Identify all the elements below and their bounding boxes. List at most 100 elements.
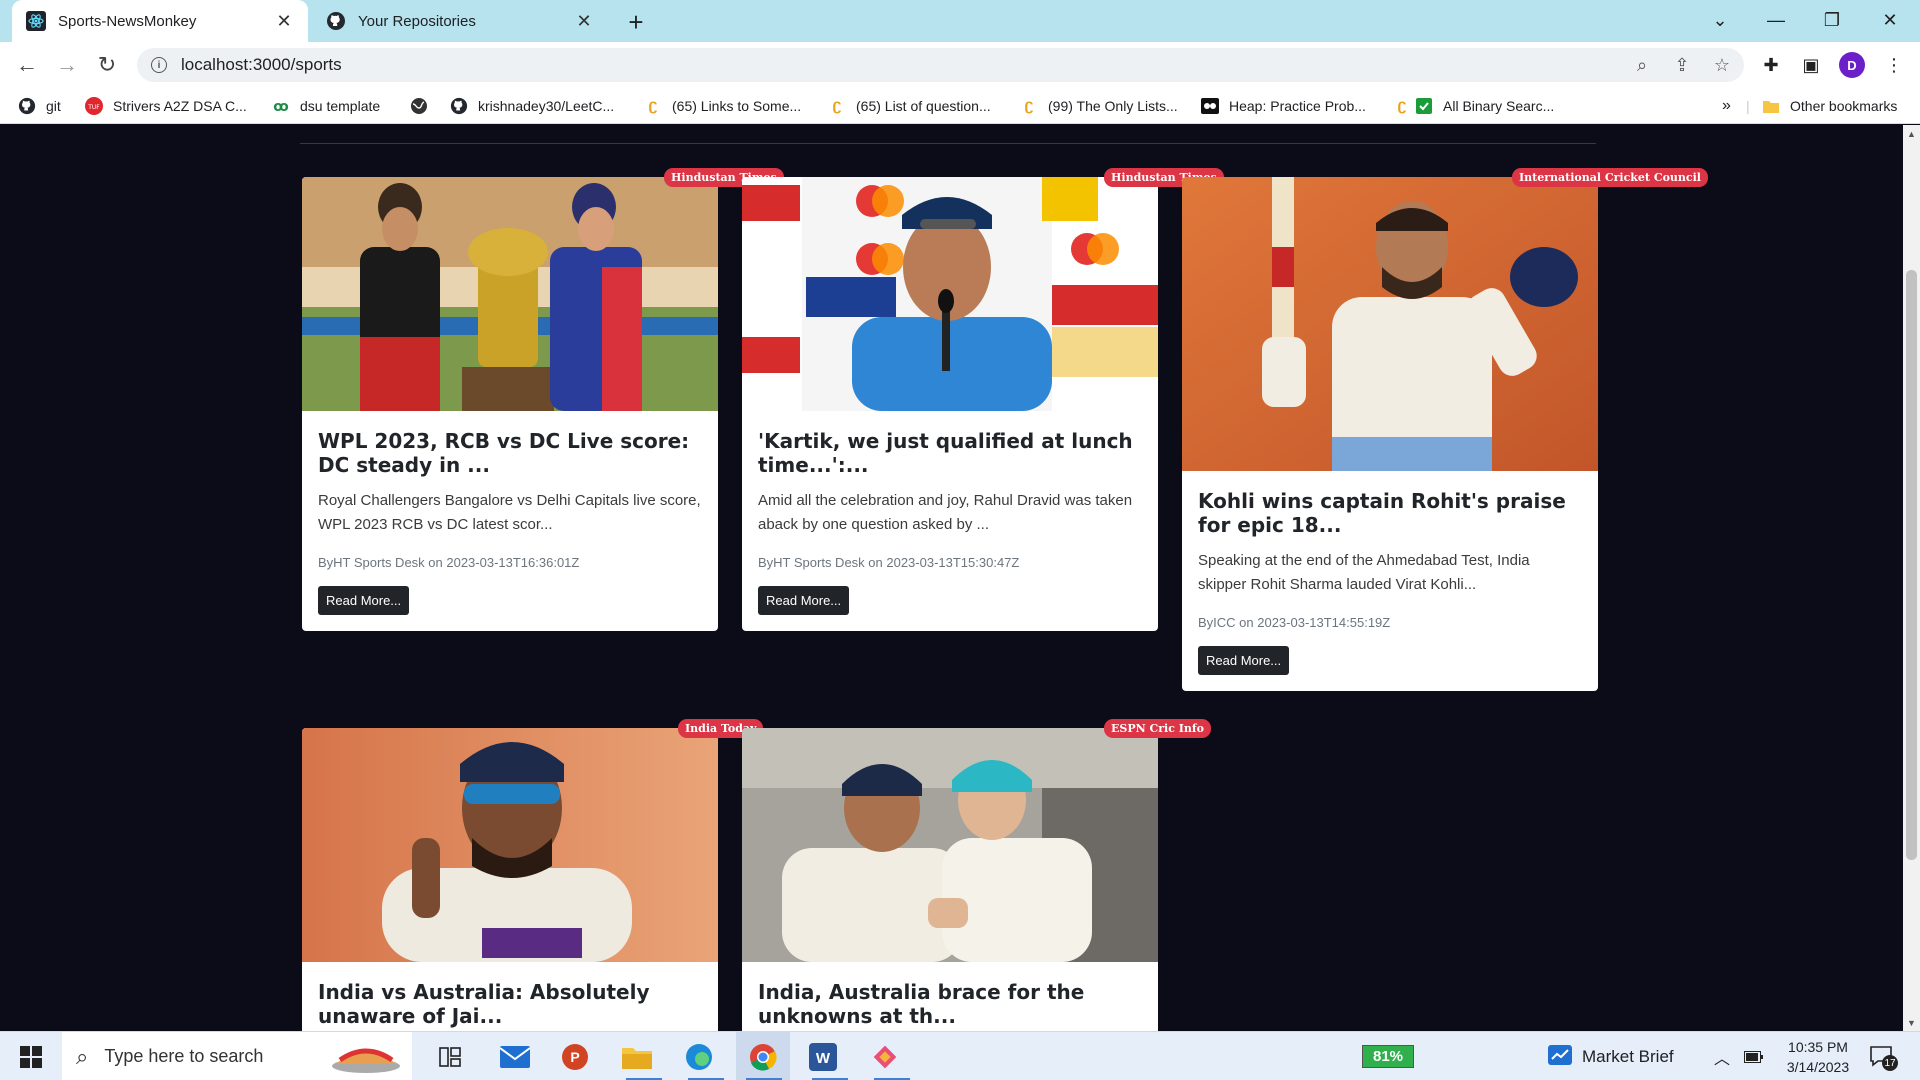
other-bookmarks[interactable]: Other bookmarks (1762, 95, 1897, 117)
share-icon[interactable]: ⇪ (1672, 55, 1692, 75)
tab-your-repositories[interactable]: Your Repositories ✕ (312, 0, 608, 42)
news-title: India, Australia brace for the unknowns … (758, 980, 1085, 1028)
news-image[interactable] (1182, 177, 1598, 471)
news-image[interactable] (742, 177, 1158, 411)
news-image[interactable] (742, 728, 1158, 962)
word-icon[interactable]: W (798, 1032, 848, 1080)
react-icon (26, 11, 46, 31)
maximize-icon[interactable]: ❐ (1804, 0, 1860, 40)
dravid-press-photo (742, 177, 1158, 411)
side-panel-icon[interactable]: ▣ (1797, 51, 1825, 79)
bookmark-list-of-questions[interactable]: ʗ (65) List of question... (828, 95, 991, 117)
profile-avatar[interactable]: D (1839, 52, 1865, 78)
news-meta: ByICC on 2023-03-13T14:55:19Z (1198, 615, 1391, 630)
menu-kebab-icon[interactable]: ⋮ (1880, 51, 1908, 79)
windows-taskbar: ⌕ Type here to search P W 81% Market Bri… (0, 1031, 1920, 1080)
bookmark-krishnadey-leetcode[interactable]: krishnadey30/LeetC... (450, 95, 614, 117)
news-description: Speaking at the end of the Ahmedabad Tes… (1198, 552, 1530, 593)
leetcode-icon: ʗ (832, 97, 842, 114)
show-hidden-icons-chevron-icon[interactable]: ︿ (1714, 1032, 1730, 1080)
news-meta: ByHT Sports Desk on 2023-03-13T15:30:47Z (758, 555, 1020, 570)
bookmark-globe[interactable] (410, 95, 438, 117)
browser-toolbar: ← → ↻ i localhost:3000/sports ⌕ ⇪ ☆ ✚ ▣ … (0, 42, 1920, 88)
news-image[interactable] (302, 177, 718, 411)
notifications-icon[interactable]: 17 (1868, 1032, 1898, 1080)
mail-icon[interactable] (490, 1032, 540, 1080)
github-icon (450, 97, 468, 115)
powerpoint-icon[interactable]: P (550, 1032, 600, 1080)
news-description: Amid all the celebration and joy, Rahul … (758, 492, 1133, 533)
battery-indicator[interactable]: 81% (1362, 1032, 1415, 1080)
page-scrollbar[interactable]: ▲ ▼ (1903, 125, 1920, 1031)
tab-search-icon[interactable]: ⌄ (1692, 0, 1748, 40)
dsu-icon: ꚙ (273, 97, 289, 114)
bookmarks-bar: git TUF Strivers A2Z DSA C... ꚙ dsu temp… (0, 88, 1920, 124)
windows-start-icon[interactable] (0, 1032, 62, 1080)
bookmarks-divider: | (1746, 98, 1750, 114)
checkbox-icon (1415, 97, 1433, 115)
notification-count: 17 (1884, 1058, 1896, 1069)
news-meta: ByHT Sports Desk on 2023-03-13T16:36:01Z (318, 555, 580, 570)
forward-arrow-icon[interactable]: → (51, 49, 83, 81)
market-brief-widget[interactable]: Market Brief (1548, 1032, 1674, 1080)
taskbar-search-input[interactable]: ⌕ Type here to search (62, 1032, 412, 1080)
bookmark-only-lists[interactable]: ʗ (99) The Only Lists... (1020, 95, 1178, 117)
scroll-thumb[interactable] (1906, 270, 1917, 860)
bookmark-star-icon[interactable]: ☆ (1712, 55, 1732, 75)
extensions-puzzle-icon[interactable]: ✚ (1757, 51, 1785, 79)
news-title: India vs Australia: Absolutely unaware o… (318, 980, 650, 1028)
svg-text:W: W (816, 1050, 831, 1067)
cricketer-portrait-photo (302, 728, 718, 962)
task-view-icon[interactable] (430, 1032, 470, 1080)
bookmark-all-binary-search[interactable]: ʗ All Binary Searc... (1393, 95, 1554, 117)
kohli-celebration-photo (1182, 177, 1598, 471)
news-title: 'Kartik, we just qualified at lunch time… (758, 429, 1133, 477)
chrome-icon[interactable] (736, 1032, 790, 1080)
file-explorer-icon[interactable] (612, 1032, 662, 1080)
wpl-trophy-photo (302, 177, 718, 411)
search-icon: ⌕ (76, 1043, 89, 1069)
bookmark-links-to-some[interactable]: ʗ (65) Links to Some... (644, 95, 802, 117)
minimize-icon[interactable]: — (1748, 0, 1804, 40)
new-tab-button[interactable]: + (620, 6, 652, 38)
bookmark-strivers[interactable]: TUF Strivers A2Z DSA C... (85, 95, 247, 117)
close-tab-icon[interactable]: ✕ (574, 11, 594, 31)
news-image[interactable] (302, 728, 718, 962)
clock[interactable]: 10:35 PM 3/14/2023 (1778, 1032, 1858, 1080)
leetcode-icon: ʗ (648, 97, 658, 114)
bookmark-heap-practice[interactable]: Heap: Practice Prob... (1201, 95, 1366, 117)
heading-underline (300, 143, 1596, 144)
bookmark-dsu-template[interactable]: ꚙ dsu template (272, 95, 380, 117)
zoom-icon[interactable]: ⌕ (1632, 55, 1652, 75)
read-more-button[interactable]: Read More... (318, 586, 410, 615)
site-info-icon[interactable]: i (151, 57, 167, 73)
edge-icon[interactable] (674, 1032, 724, 1080)
tab-title: Your Repositories (358, 12, 476, 30)
bookmarks-overflow-button[interactable]: » (1722, 95, 1731, 117)
git-app-icon[interactable] (860, 1032, 910, 1080)
news-title: WPL 2023, RCB vs DC Live score: DC stead… (318, 429, 690, 477)
news-card: Hindustan Times WPL 2023, RCB vs DC Live… (302, 168, 784, 631)
svg-text:P: P (570, 1049, 579, 1065)
news-title: Kohli wins captain Rohit's praise for ep… (1198, 489, 1566, 537)
tab-sports-newsmonkey[interactable]: Sports-NewsMonkey ✕ (12, 0, 308, 42)
stocks-chart-icon (1548, 1044, 1572, 1069)
back-arrow-icon[interactable]: ← (11, 49, 43, 81)
globe-icon (410, 97, 428, 115)
scroll-down-icon[interactable]: ▼ (1903, 1014, 1920, 1031)
read-more-button[interactable]: Read More... (1198, 646, 1290, 675)
bookmark-git[interactable]: git (18, 95, 61, 117)
scroll-up-icon[interactable]: ▲ (1903, 125, 1920, 142)
reload-icon[interactable]: ↻ (91, 49, 123, 81)
battery-icon[interactable] (1744, 1032, 1764, 1080)
kohli-smith-photo (742, 728, 1158, 962)
url-text: localhost:3000/sports (181, 55, 342, 74)
close-window-icon[interactable]: ✕ (1862, 0, 1918, 40)
read-more-button[interactable]: Read More... (758, 586, 850, 615)
tab-strip: Sports-NewsMonkey ✕ Your Repositories ✕ … (0, 0, 1920, 42)
news-page: Hindustan Times WPL 2023, RCB vs DC Live… (0, 125, 1903, 1031)
news-card: International Cricket Council Kohli wins… (1182, 168, 1708, 691)
svg-text:TUF: TUF (87, 104, 100, 111)
close-tab-icon[interactable]: ✕ (274, 11, 294, 31)
address-bar[interactable]: i localhost:3000/sports ⌕ ⇪ ☆ (137, 48, 1744, 82)
